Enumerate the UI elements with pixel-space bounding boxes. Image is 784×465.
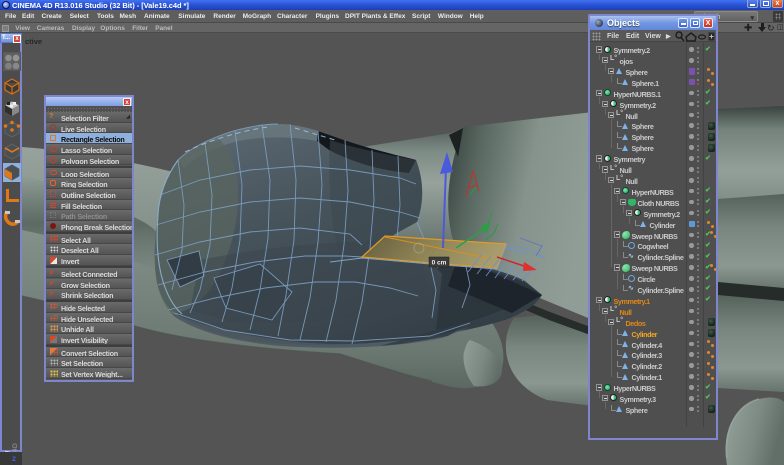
svg-text:0 cm: 0 cm xyxy=(432,260,447,267)
